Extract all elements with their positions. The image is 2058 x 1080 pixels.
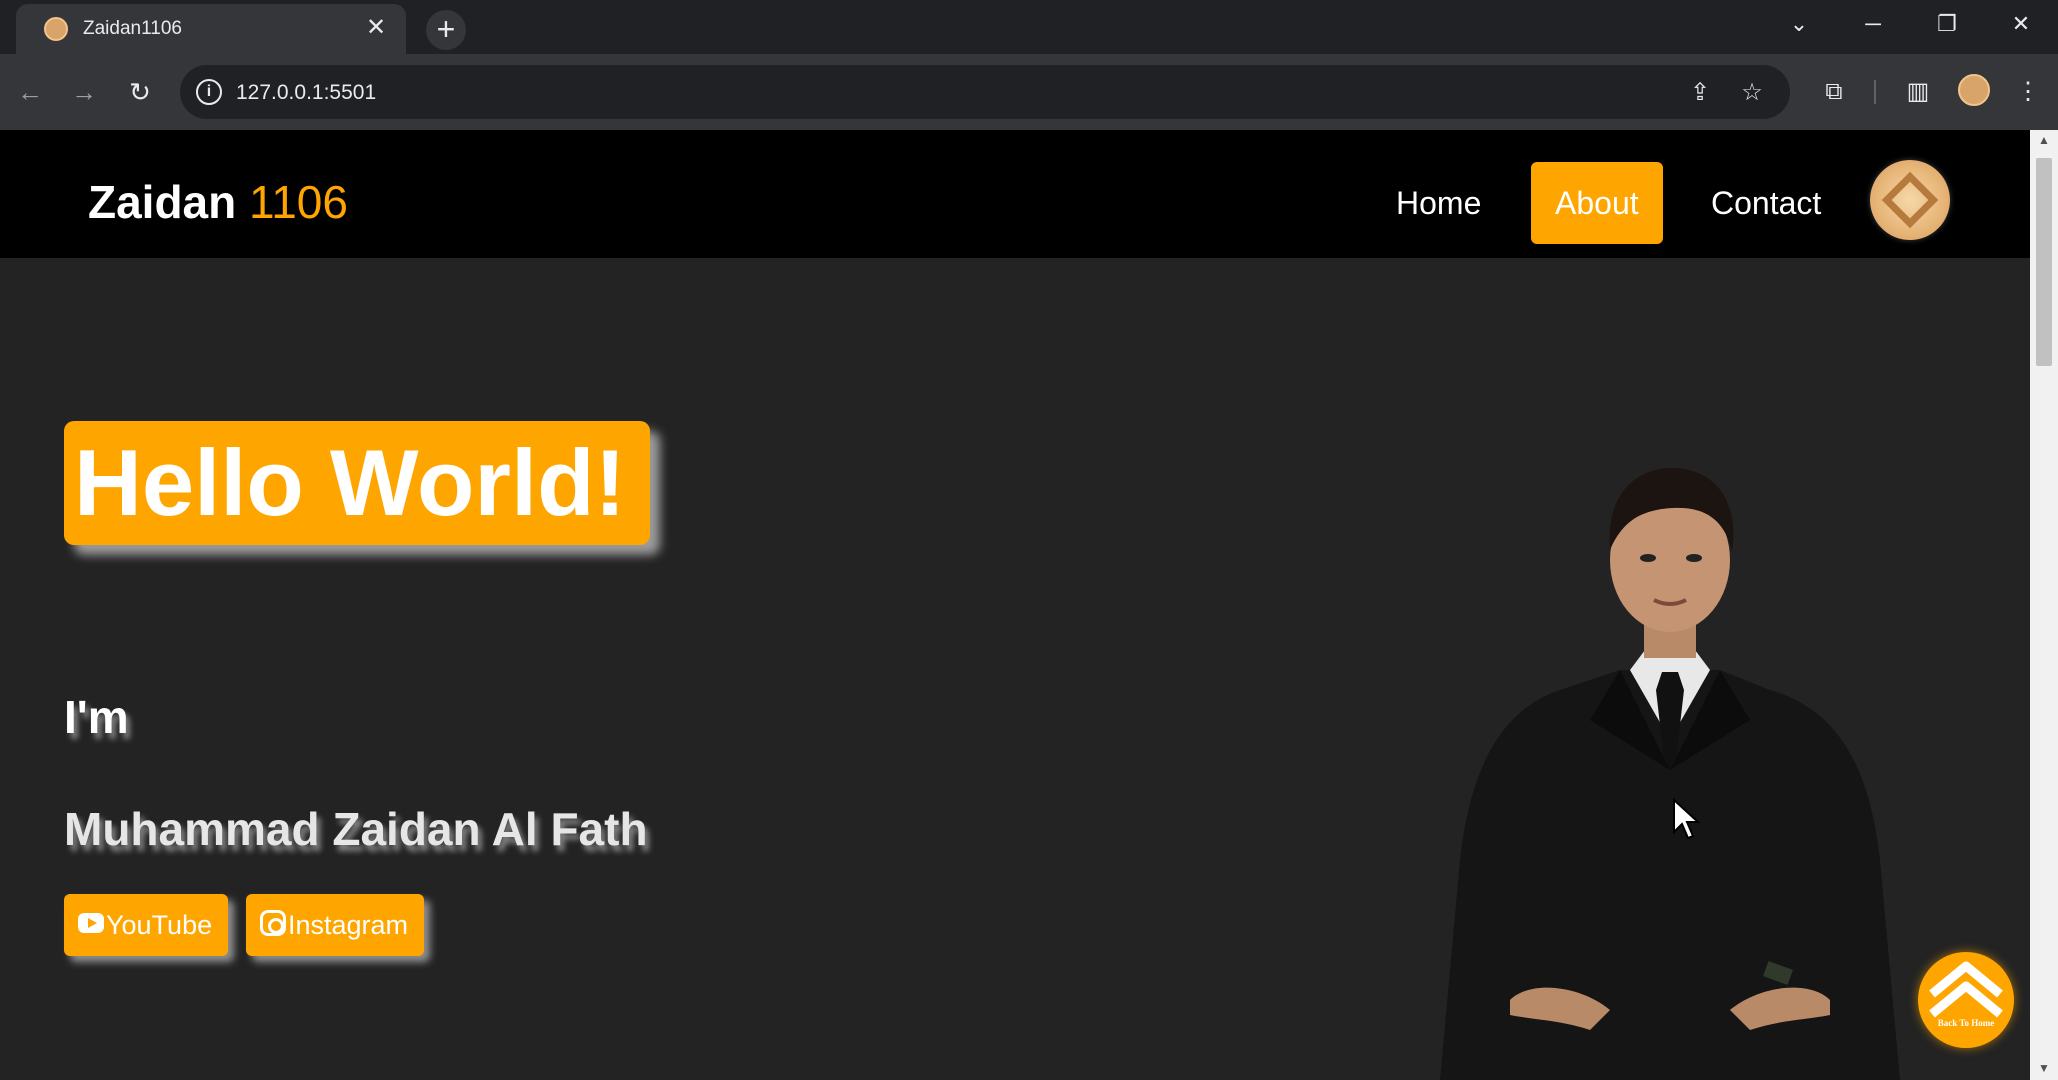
close-window-button[interactable]: ✕ bbox=[1996, 6, 2046, 42]
site-navbar: Zaidan 1106 Home About Contact bbox=[0, 130, 2030, 258]
tab-title: Zaidan1106 bbox=[83, 18, 182, 39]
youtube-label: YouTube bbox=[106, 910, 213, 940]
page-viewport: Zaidan 1106 Home About Contact Hello Wor… bbox=[0, 130, 2030, 1080]
instagram-label: Instagram bbox=[288, 910, 409, 940]
toolbar-divider bbox=[1874, 80, 1876, 104]
new-tab-button[interactable]: + bbox=[426, 10, 466, 50]
site-logo-icon[interactable] bbox=[1870, 160, 1950, 240]
browser-tab-bar: Zaidan1106 ✕ + ⌄ ─ ❐ ✕ bbox=[0, 0, 2058, 54]
share-icon[interactable]: ⇪ bbox=[1684, 77, 1716, 109]
mouse-cursor-icon bbox=[1673, 798, 1701, 840]
browser-menu-icon[interactable]: ⋮ bbox=[2010, 74, 2046, 110]
chevron-up-icon bbox=[1929, 961, 2003, 1018]
browser-tab[interactable]: Zaidan1106 ✕ bbox=[16, 4, 406, 54]
brand-name: Zaidan bbox=[88, 176, 237, 228]
browser-toolbar: ← → ↻ i 127.0.0.1:5501 ⇪ ☆ ⧉ ▥ ⋮ bbox=[0, 54, 2058, 130]
profile-avatar[interactable] bbox=[1958, 74, 1990, 106]
url-text[interactable]: 127.0.0.1:5501 bbox=[236, 81, 376, 105]
tab-search-icon[interactable]: ⌄ bbox=[1774, 6, 1824, 42]
intro-text: I'm bbox=[64, 691, 129, 743]
address-bar[interactable]: i 127.0.0.1:5501 ⇪ ☆ bbox=[180, 65, 1790, 119]
bookmark-star-icon[interactable]: ☆ bbox=[1736, 77, 1768, 109]
scroll-up-icon[interactable]: ▲ bbox=[2036, 132, 2052, 148]
instagram-button[interactable]: Instagram bbox=[246, 894, 425, 956]
profile-photo bbox=[1440, 468, 1900, 1080]
scrollbar-thumb[interactable] bbox=[2036, 158, 2052, 366]
nav-link-contact[interactable]: Contact bbox=[1687, 162, 1845, 244]
page-scrollbar[interactable]: ▲ ▼ bbox=[2030, 130, 2058, 1080]
nav-link-about[interactable]: About bbox=[1531, 162, 1663, 244]
side-panel-icon[interactable]: ▥ bbox=[1900, 74, 1936, 110]
logo-diamond-shape bbox=[1881, 171, 1939, 229]
back-to-home-label: Back To Home bbox=[1937, 1018, 1995, 1028]
youtube-button[interactable]: YouTube bbox=[64, 894, 229, 956]
tab-favicon-icon bbox=[44, 17, 68, 41]
site-brand[interactable]: Zaidan 1106 bbox=[88, 175, 348, 229]
back-to-home-button[interactable]: Back To Home bbox=[1918, 952, 2014, 1048]
extensions-icon[interactable]: ⧉ bbox=[1816, 74, 1852, 110]
back-icon[interactable]: ← bbox=[12, 74, 48, 110]
scroll-down-icon[interactable]: ▼ bbox=[2036, 1060, 2052, 1076]
tab-close-icon[interactable]: ✕ bbox=[360, 12, 392, 44]
full-name-heading: Muhammad Zaidan Al Fath bbox=[64, 803, 648, 855]
minimize-button[interactable]: ─ bbox=[1848, 6, 1898, 42]
reload-icon[interactable]: ↻ bbox=[122, 74, 158, 110]
instagram-icon bbox=[260, 909, 286, 936]
youtube-icon bbox=[78, 912, 104, 933]
forward-icon[interactable]: → bbox=[66, 74, 102, 110]
nav-link-home[interactable]: Home bbox=[1372, 162, 1505, 244]
site-info-icon[interactable]: i bbox=[196, 79, 222, 105]
hello-world-heading: Hello World! bbox=[64, 421, 650, 545]
restore-button[interactable]: ❐ bbox=[1922, 6, 1972, 42]
brand-number: 1106 bbox=[249, 176, 348, 228]
